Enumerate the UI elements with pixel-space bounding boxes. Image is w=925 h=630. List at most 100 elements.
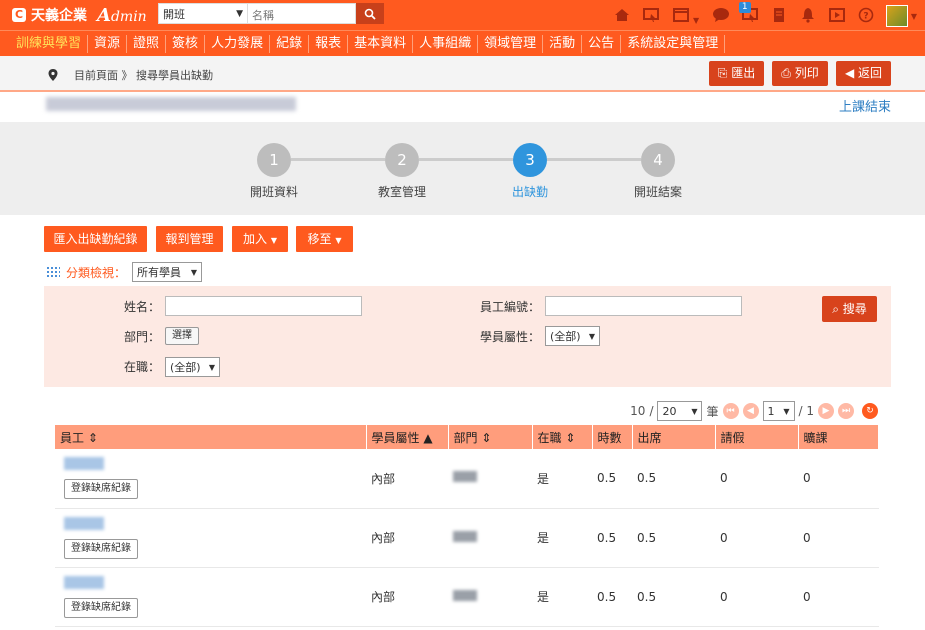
notification-monitor-icon[interactable]: 1 <box>738 2 759 25</box>
help-icon[interactable]: ? <box>857 7 875 25</box>
page-select[interactable]: 1 ▼ <box>762 401 795 421</box>
chevron-down-icon: ▼ <box>208 362 215 372</box>
step-3-label[interactable]: 出缺勤 <box>485 183 575 200</box>
record-absence-button[interactable]: 登錄缺席紀錄 <box>64 597 138 618</box>
col-student-type[interactable]: 學員屬性 ▲ <box>366 425 449 449</box>
first-page-icon[interactable]: ⏮ <box>722 403 739 419</box>
bell-icon[interactable] <box>799 7 817 25</box>
chevron-down-icon: ▼ <box>236 8 243 19</box>
avatar[interactable] <box>885 5 908 27</box>
step-1[interactable]: 1 <box>257 143 291 177</box>
nav-item[interactable]: 人力發展 <box>205 34 271 53</box>
nav-item[interactable]: 資源 <box>88 34 128 53</box>
hours-cell: 0.5 <box>592 567 632 627</box>
global-search: 開班 ▼ 名稱 <box>158 3 384 24</box>
employee-name-redacted[interactable] <box>64 516 104 530</box>
search-submit-button[interactable]: ⌕ 搜尋 <box>822 296 877 322</box>
nav-item[interactable]: 報表 <box>309 34 349 53</box>
nav-item[interactable]: 系統設定與管理 <box>621 34 726 53</box>
last-page-icon[interactable]: ⏭ <box>838 403 854 419</box>
category-filter: 分類檢視： 所有學員 ▼ <box>46 262 203 282</box>
category-filter-label: 分類檢視： <box>66 265 127 280</box>
nav-item[interactable]: 領域管理 <box>478 34 544 53</box>
absent-cell: 0 <box>798 567 879 627</box>
chevron-down-icon[interactable]: ▼ <box>911 12 917 21</box>
step-3[interactable]: 3 <box>513 143 547 177</box>
chevron-down-icon: ▼ <box>691 406 698 416</box>
leave-cell: 0 <box>715 508 798 568</box>
company-name: 天義企業 <box>31 8 87 24</box>
nav-item[interactable]: 人事組織 <box>413 34 479 53</box>
employed-select[interactable]: (全部) ▼ <box>165 357 220 377</box>
nav-item[interactable]: 活動 <box>543 34 583 53</box>
chat-icon[interactable] <box>712 7 730 25</box>
page-size-select[interactable]: 20 ▼ <box>657 401 703 421</box>
employed-label: 在職： <box>123 360 160 374</box>
step-4-label[interactable]: 開班結案 <box>613 183 703 200</box>
employed-cell: 是 <box>532 508 592 568</box>
record-absence-button[interactable]: 登錄缺席紀錄 <box>64 479 138 500</box>
grid-icon <box>46 266 60 278</box>
hours-cell: 0.5 <box>592 449 632 509</box>
nav-item[interactable]: 證照 <box>127 34 167 53</box>
category-select[interactable]: 所有學員 ▼ <box>132 262 203 282</box>
search-input[interactable]: 名稱 <box>248 3 356 24</box>
module-select[interactable]: 開班 ▼ <box>158 3 248 24</box>
department-label: 部門： <box>123 330 160 344</box>
student-type-cell: 內部 <box>366 449 448 509</box>
refresh-icon[interactable]: ↻ <box>862 403 878 419</box>
prev-page-icon[interactable]: ◀ <box>742 403 759 419</box>
nav-item[interactable]: 公告 <box>582 34 622 53</box>
document-icon[interactable] <box>770 7 788 25</box>
window-icon[interactable]: ▼ <box>671 7 701 25</box>
svg-text:?: ? <box>863 12 868 22</box>
student-type-select[interactable]: (全部) ▼ <box>545 326 600 346</box>
export-button[interactable]: ⎘ 匯出 <box>709 61 764 86</box>
export-icon: ⎘ <box>717 66 728 80</box>
table-header-row: 員工 ⇕ 學員屬性 ▲ 部門 ⇕ 在職 ⇕ 時數 出席 請假 曠課 <box>55 425 879 449</box>
col-employee[interactable]: 員工 ⇕ <box>55 425 367 449</box>
search-icon: ⌕ <box>832 302 839 316</box>
play-icon[interactable] <box>828 7 846 25</box>
check-in-management-button[interactable]: 報到管理 <box>156 226 223 252</box>
step-2-label[interactable]: 教室管理 <box>357 183 447 200</box>
home-icon[interactable] <box>613 7 631 25</box>
name-input[interactable] <box>165 296 362 316</box>
department-cell <box>448 567 532 627</box>
search-button[interactable] <box>356 3 384 24</box>
attend-cell: 0.5 <box>632 449 715 509</box>
step-1-label[interactable]: 開班資料 <box>229 183 319 200</box>
employed-cell: 是 <box>532 449 592 509</box>
end-class-link[interactable]: 上課結束 <box>839 96 891 115</box>
student-type-cell: 內部 <box>366 567 448 627</box>
employee-name-redacted[interactable] <box>64 457 104 471</box>
employee-number-input[interactable] <box>545 296 742 316</box>
back-button[interactable]: ◀ 返回 <box>836 61 891 86</box>
attendance-table: 員工 ⇕ 學員屬性 ▲ 部門 ⇕ 在職 ⇕ 時數 出席 請假 曠課 登錄缺席紀錄… <box>55 425 879 627</box>
col-employed[interactable]: 在職 ⇕ <box>532 425 593 449</box>
step-4[interactable]: 4 <box>641 143 675 177</box>
chevron-down-icon: ▼ <box>190 267 198 277</box>
absent-cell: 0 <box>798 449 879 509</box>
record-absence-button[interactable]: 登錄缺席紀錄 <box>64 538 138 559</box>
company-logo[interactable]: C 天義企業 <box>12 5 87 25</box>
nav-item[interactable]: 簽核 <box>166 34 206 53</box>
col-department[interactable]: 部門 ⇕ <box>448 425 533 449</box>
nav-item[interactable]: 紀錄 <box>270 34 310 53</box>
next-page-icon[interactable]: ▶ <box>818 403 834 419</box>
nav-item[interactable]: 基本資料 <box>348 34 414 53</box>
class-title-redacted <box>46 97 296 111</box>
employee-name-redacted[interactable] <box>64 575 104 589</box>
department-select-button[interactable]: 選擇 <box>165 327 199 345</box>
step-2[interactable]: 2 <box>385 143 419 177</box>
add-dropdown-button[interactable]: 加入 ▼ <box>232 226 288 252</box>
notification-badge: 1 <box>738 2 751 13</box>
caret-down-icon: ▼ <box>335 236 342 245</box>
print-button[interactable]: ⎙ 列印 <box>772 61 828 86</box>
employee-cell: 登錄缺席紀錄 <box>55 508 366 568</box>
col-attend: 出席 <box>632 425 716 449</box>
import-attendance-button[interactable]: 匯入出缺勤紀錄 <box>44 226 147 252</box>
move-to-dropdown-button[interactable]: 移至 ▼ <box>296 226 353 252</box>
monitor-cursor-icon[interactable] <box>642 7 660 25</box>
nav-item[interactable]: 訓練與學習 <box>10 34 89 53</box>
